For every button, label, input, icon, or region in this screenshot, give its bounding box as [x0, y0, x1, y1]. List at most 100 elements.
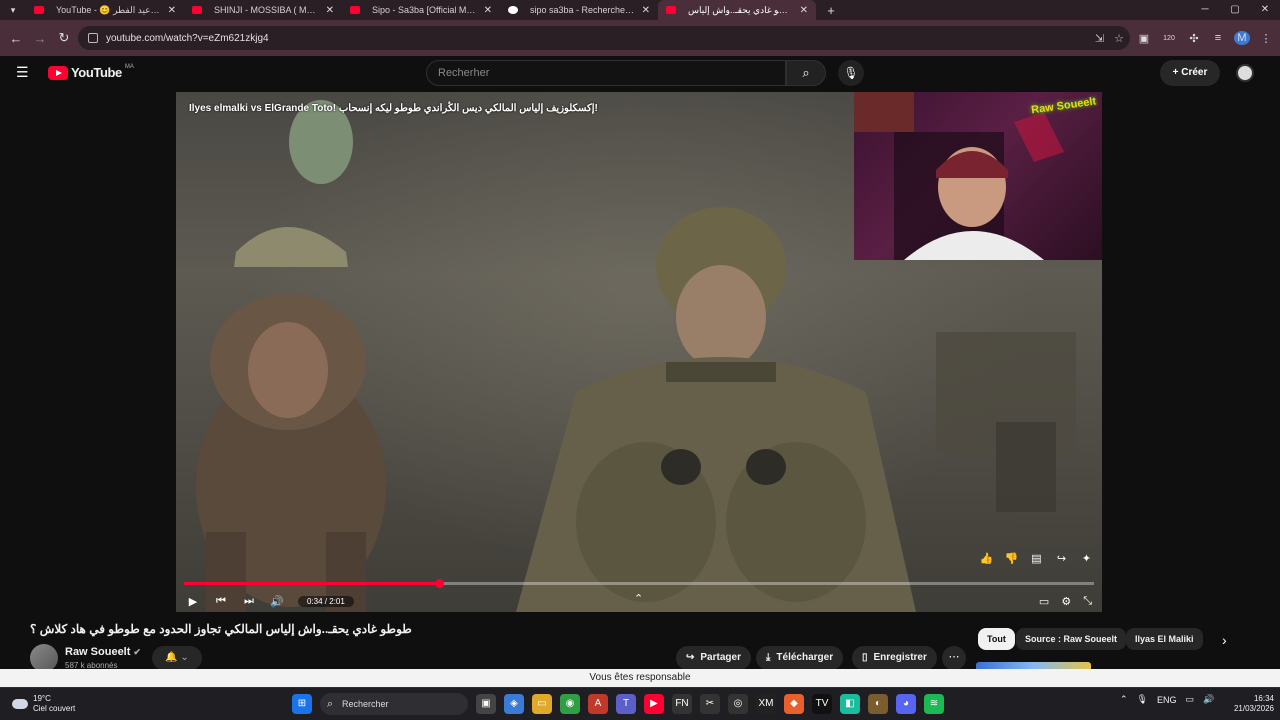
microphone-icon[interactable]: 🎙	[838, 60, 864, 86]
install-app-icon[interactable]: ⇲	[1095, 32, 1104, 45]
youtube-header: ☰ YouTube MA Recherher ⌕ 🎙 + Créer	[0, 56, 1280, 92]
save-button[interactable]: ▯ Enregistrer	[852, 646, 937, 670]
close-tab-icon[interactable]: ✕	[800, 5, 808, 16]
teams-icon[interactable]: T	[616, 694, 636, 714]
close-tab-icon[interactable]: ✕	[168, 5, 176, 16]
create-button[interactable]: + Créer	[1160, 60, 1220, 86]
fn-app-icon[interactable]: FN	[672, 694, 692, 714]
youtube-icon	[34, 6, 44, 14]
browser-tab[interactable]: YouTube - 😊 اجواء عيد الفطر✕	[26, 0, 184, 20]
minimize-icon[interactable]: ─	[1190, 0, 1220, 20]
xm-app-icon[interactable]: XM	[756, 694, 776, 714]
chrome-icon[interactable]: ◉	[560, 694, 580, 714]
weather-widget[interactable]: 19°C Ciel couvert	[12, 694, 75, 714]
more-options-icon[interactable]: ⋯	[942, 646, 966, 670]
volume-tray-icon[interactable]: 🔊	[1203, 694, 1214, 705]
youtube-icon	[666, 6, 676, 14]
chevron-up-icon[interactable]: ⌃	[634, 592, 643, 605]
close-window-icon[interactable]: ✕	[1250, 0, 1280, 20]
youtube-logo[interactable]: YouTube MA	[48, 64, 134, 80]
browser-menu-icon[interactable]: ⋮	[1258, 32, 1274, 45]
close-tab-icon[interactable]: ✕	[326, 5, 334, 16]
channel-avatar[interactable]	[30, 644, 58, 672]
close-tab-icon[interactable]: ✕	[484, 5, 492, 16]
app-icon[interactable]: ◐	[868, 694, 888, 714]
subtitles-icon[interactable]: ▭	[1039, 595, 1049, 608]
bookmark-star-icon[interactable]: ☆	[1114, 32, 1124, 45]
extension-icon[interactable]: ▣	[1136, 32, 1152, 45]
chip-source[interactable]: Source : Raw Soueelt	[1016, 628, 1127, 650]
browser-tab[interactable]: SHINJI - MOSSIBA ( Music Vide✕	[184, 0, 342, 20]
browser-tab[interactable]: sipo sa3ba - Recherche Google✕	[500, 0, 658, 20]
browser-tab-active[interactable]: طوطو غادي يحقـ..واش إلياس ✕	[658, 0, 816, 20]
profile-avatar[interactable]: M	[1234, 31, 1250, 45]
obs-icon[interactable]: ◎	[728, 694, 748, 714]
windows-start-icon[interactable]: ⊞	[292, 694, 312, 714]
tradingview-icon[interactable]: TV	[812, 694, 832, 714]
forward-arrow-icon[interactable]: →	[28, 31, 52, 46]
copilot-icon[interactable]: ◈	[504, 694, 524, 714]
scrubber-handle[interactable]	[434, 579, 444, 588]
maximize-icon[interactable]: ▢	[1220, 0, 1250, 20]
download-icon: ⤓	[766, 652, 771, 663]
previous-icon[interactable]: ⏮	[214, 595, 228, 608]
download-button[interactable]: ⤓ Télécharger	[756, 646, 844, 670]
capture-app-icon[interactable]: ✂	[700, 694, 720, 714]
dislike-icon[interactable]: 👎	[1004, 552, 1019, 567]
extensions-puzzle-icon[interactable]: ✣	[1186, 32, 1202, 45]
address-bar[interactable]: youtube.com/watch?v=eZm621zkjg4 ⇲ ☆	[78, 26, 1130, 50]
system-clock[interactable]: 16:34 21/03/2026	[1232, 694, 1274, 714]
tray-mic-icon[interactable]: 🎙	[1137, 694, 1148, 705]
account-avatar[interactable]	[1236, 64, 1254, 82]
discord-icon[interactable]: ◕	[896, 694, 916, 714]
search-icon[interactable]: ⌕	[786, 60, 826, 86]
settings-gear-icon[interactable]: ⚙	[1061, 595, 1071, 608]
youtube-icon	[192, 6, 202, 14]
tab-list-chevron-icon[interactable]: ▾	[0, 5, 26, 16]
back-arrow-icon[interactable]: ←	[4, 31, 28, 46]
chip-all[interactable]: Tout	[978, 628, 1015, 650]
taskbar-apps: ⊞ Rechercher ▣ ◈ ▭ ◉ A T ▶ FN ✂ ◎ XM ◆ T…	[292, 693, 944, 715]
hamburger-menu-icon[interactable]: ☰	[16, 65, 32, 79]
browser-toolbar: ← → ↻ youtube.com/watch?v=eZm621zkjg4 ⇲ …	[0, 20, 1280, 56]
exit-fullscreen-icon[interactable]: ⤡	[1083, 595, 1092, 608]
new-tab-plus-icon[interactable]: +	[822, 3, 840, 18]
system-tray: ⌃ 🎙 ENG ▭ 🔊	[1120, 694, 1214, 705]
acrobat-icon[interactable]: A	[588, 694, 608, 714]
close-tab-icon[interactable]: ✕	[642, 5, 650, 16]
share-arrow-icon: ↪	[686, 652, 695, 663]
remix-icon[interactable]: ✦	[1079, 552, 1094, 567]
search-input[interactable]: Recherher	[426, 60, 786, 86]
brave-icon[interactable]: ◆	[784, 694, 804, 714]
task-view-icon[interactable]: ▣	[476, 694, 496, 714]
extension-badge[interactable]: 120	[1160, 35, 1178, 42]
chip-topic[interactable]: Ilyas El Maliki	[1126, 628, 1203, 650]
comment-icon[interactable]: ▤	[1029, 552, 1044, 567]
tray-chevron-up-icon[interactable]: ⌃	[1120, 694, 1128, 705]
weather-condition: Ciel couvert	[33, 704, 76, 713]
file-explorer-icon[interactable]: ▭	[532, 694, 552, 714]
play-icon[interactable]: ▶	[186, 595, 200, 608]
like-icon[interactable]: 👍	[979, 552, 994, 567]
video-player[interactable]: Ilyes elmalki vs ElGrande Toto! إكسكلوزي…	[176, 92, 1102, 612]
bookmark-icon: ▯	[862, 652, 868, 663]
progress-bar[interactable]	[184, 579, 1094, 588]
channel-name[interactable]: Raw Soueelt ✔	[65, 646, 141, 658]
chevron-right-icon[interactable]: ›	[1222, 632, 1227, 648]
taskbar-search[interactable]: Rechercher	[320, 693, 468, 715]
share-button[interactable]: ↪ Partager	[676, 646, 751, 670]
language-indicator[interactable]: ENG	[1157, 695, 1177, 705]
spotify-icon[interactable]: ≋	[924, 694, 944, 714]
next-icon[interactable]: ⏭	[242, 595, 256, 608]
site-info-icon[interactable]	[88, 33, 98, 43]
reading-list-icon[interactable]: ≡	[1210, 32, 1226, 44]
cloud-icon	[12, 699, 28, 709]
app-icon[interactable]: ◧	[840, 694, 860, 714]
display-icon[interactable]: ▭	[1186, 694, 1195, 705]
share-icon[interactable]: ↪	[1054, 552, 1069, 567]
browser-tab[interactable]: Sipo - Sa3ba [Official Music Vi✕	[342, 0, 500, 20]
notification-bell-button[interactable]: 🔔 ⌄	[152, 646, 202, 670]
youtube-app-icon[interactable]: ▶	[644, 694, 664, 714]
reload-icon[interactable]: ↻	[52, 30, 76, 46]
volume-icon[interactable]: 🔊	[270, 595, 284, 608]
